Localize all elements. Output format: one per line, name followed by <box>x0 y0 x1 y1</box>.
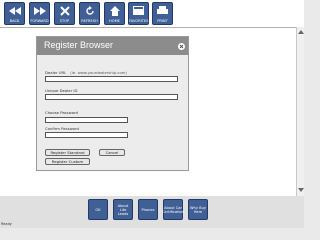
password-label: Choose Password <box>45 110 78 115</box>
home-icon <box>105 4 124 17</box>
confirm-password-field[interactable] <box>45 132 128 138</box>
scroll-down-icon[interactable] <box>298 187 304 193</box>
toolbar: BACK FORWARD STOP REFRESH HOME FAVORITES <box>0 0 304 27</box>
dialog-title: Register Browser <box>44 40 114 50</box>
refresh-icon <box>80 4 99 17</box>
stop-label: STOP <box>59 19 70 23</box>
print-icon <box>153 4 172 17</box>
favorites-button[interactable]: FAVORITES <box>128 2 149 25</box>
forward-label: FORWARD <box>30 19 49 23</box>
about-lite-leads-label-1: About Lite <box>117 203 129 212</box>
why-buy-here-button[interactable]: Why Buy Here <box>188 199 208 220</box>
register-standard-button[interactable]: Register Standard <box>45 149 90 156</box>
close-button[interactable] <box>178 43 185 50</box>
status-text: Ready <box>1 222 12 226</box>
print-label: PRINT <box>157 19 168 23</box>
dealer-url-field[interactable] <box>45 76 178 82</box>
bottom-toolbar: OK About Lite Leads Phones About Car Cer… <box>0 196 304 228</box>
forward-icon <box>30 4 49 17</box>
vertical-scrollbar[interactable] <box>296 27 304 196</box>
stop-icon <box>55 4 74 17</box>
favorites-icon <box>129 4 148 17</box>
about-lite-leads-button[interactable]: About Lite Leads <box>113 199 133 220</box>
dialog-titlebar: Register Browser <box>37 37 188 55</box>
close-icon <box>179 44 184 49</box>
home-button[interactable]: HOME <box>104 2 125 25</box>
cancel-button[interactable]: Cancel <box>99 149 125 156</box>
favorites-label: FAVORITES <box>129 19 149 23</box>
dealer-url-hint: (ie. www.yourdealership.com) <box>70 70 127 75</box>
password-field[interactable] <box>45 117 128 123</box>
dealer-id-field[interactable] <box>45 94 178 100</box>
back-label: BACK <box>9 19 20 23</box>
about-lite-leads-label-2: Leads <box>117 211 129 216</box>
print-button[interactable]: PRINT <box>152 2 173 25</box>
register-browser-dialog: Register Browser Dealer URL (ie. www.your… <box>36 36 189 171</box>
phones-button[interactable]: Phones <box>138 199 158 220</box>
dealer-url-label-text: Dealer URL <box>45 70 67 75</box>
refresh-label: REFRESH <box>81 19 98 23</box>
phones-label: Phones <box>141 207 155 212</box>
ok-label: OK <box>95 207 101 212</box>
dealer-id-label: Unique Dealer ID <box>45 88 78 93</box>
why-buy-here-label-2: Here <box>193 209 203 214</box>
home-label: HOME <box>109 19 120 23</box>
back-button[interactable]: BACK <box>4 2 25 25</box>
forward-button[interactable]: FORWARD <box>29 2 50 25</box>
about-car-certification-button[interactable]: About Car Certification <box>162 199 184 220</box>
about-car-certification-label-2: Certification <box>162 209 184 214</box>
register-custom-button[interactable]: Register Custom <box>45 158 90 165</box>
ok-button[interactable]: OK <box>88 199 108 220</box>
back-icon <box>5 4 24 17</box>
dealer-url-label: Dealer URL (ie. www.yourdealership.com) <box>45 70 127 75</box>
refresh-button[interactable]: REFRESH <box>79 2 100 25</box>
stop-button[interactable]: STOP <box>54 2 75 25</box>
confirm-password-label: Confirm Password <box>45 126 79 131</box>
scroll-up-icon[interactable] <box>298 29 304 35</box>
